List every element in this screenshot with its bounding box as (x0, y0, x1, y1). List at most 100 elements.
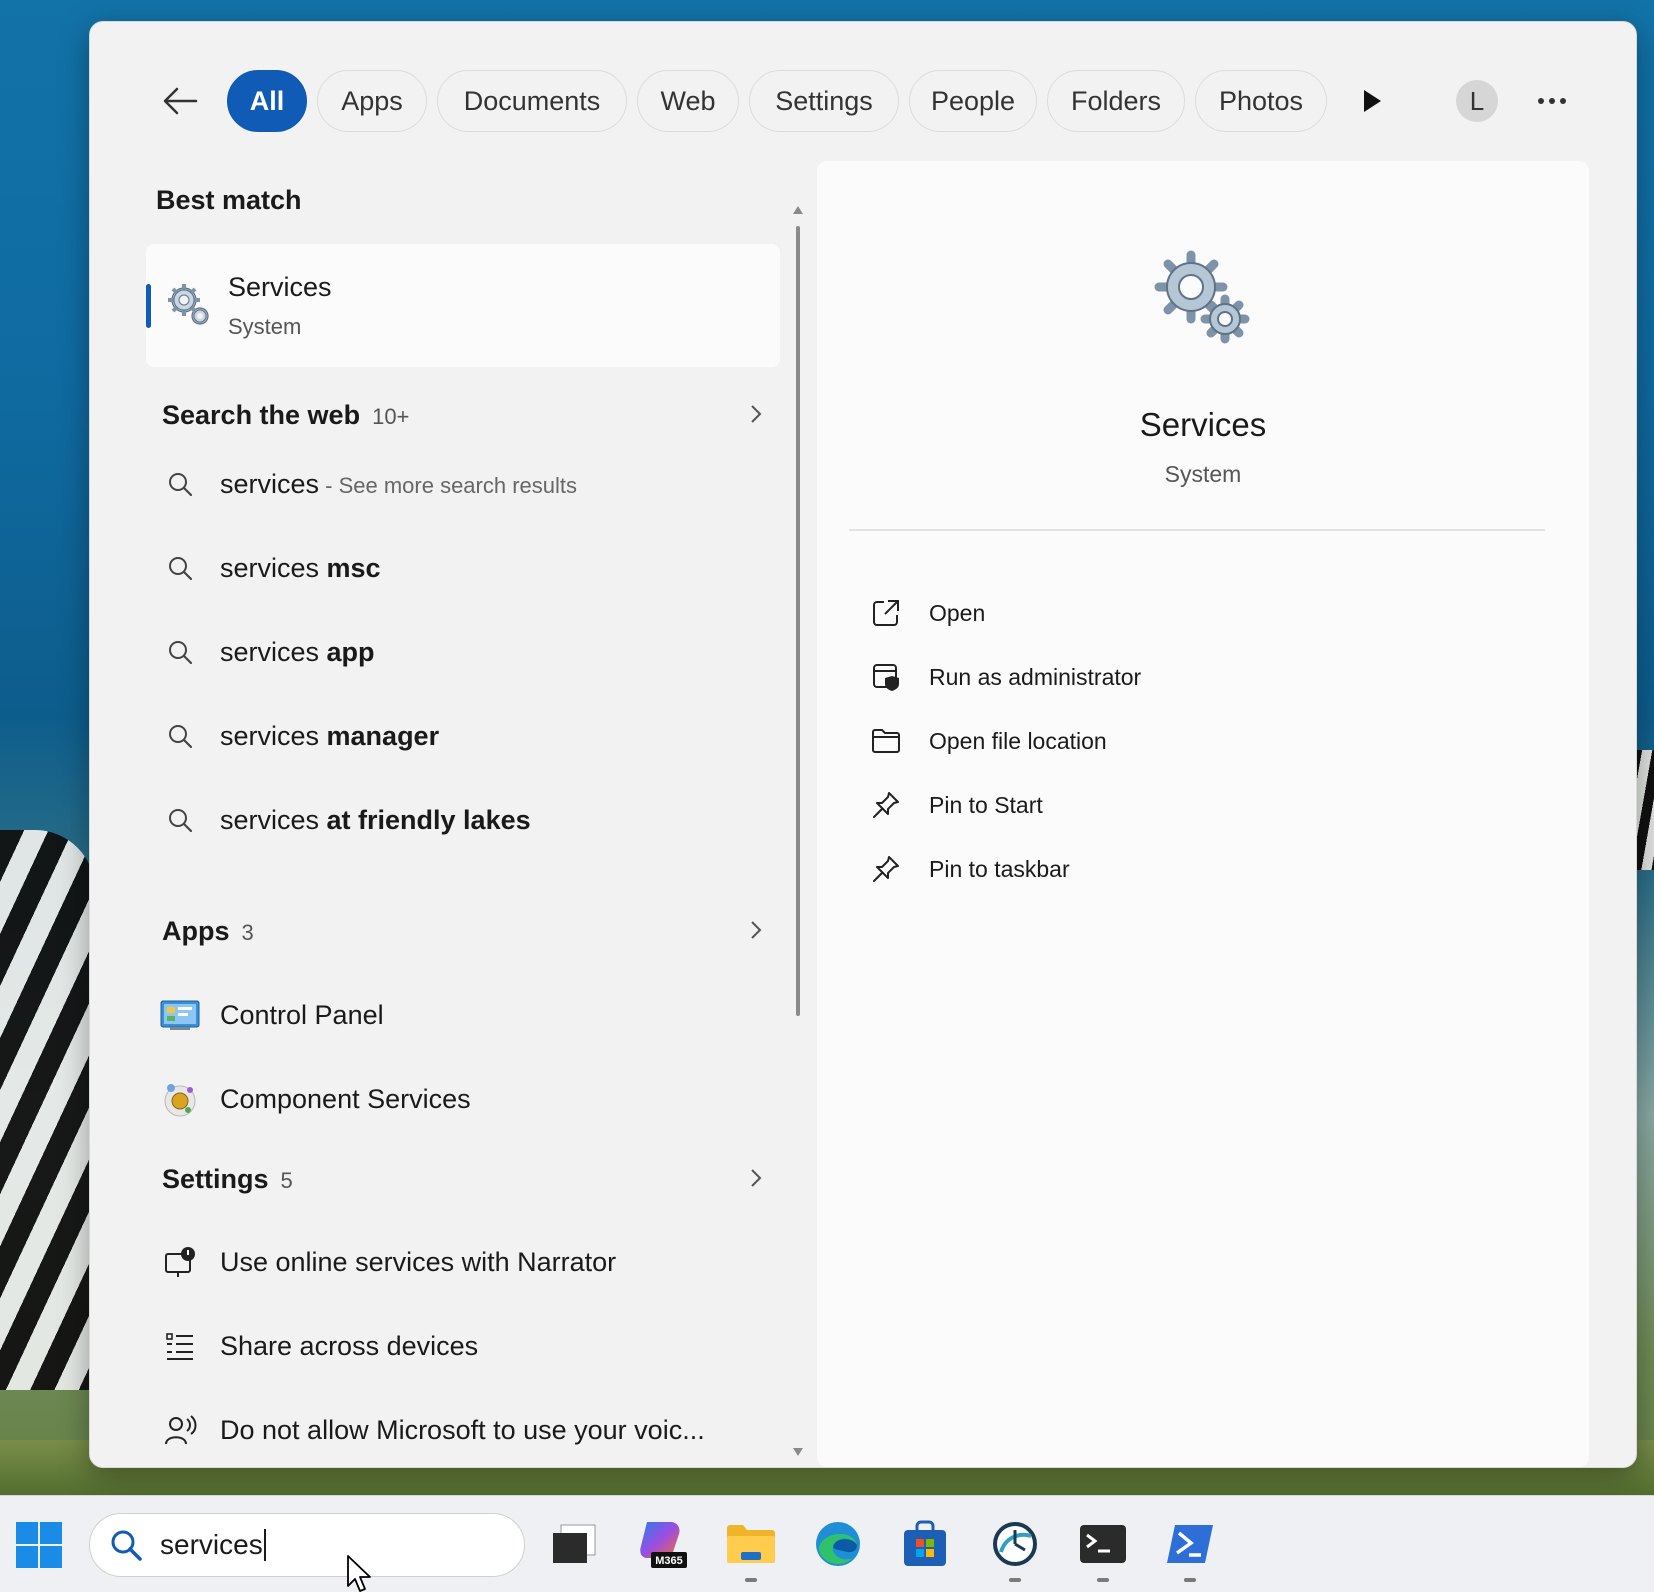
running-indicator (1184, 1578, 1196, 1582)
running-indicator (1097, 1578, 1109, 1582)
search-web-count: 10+ (372, 404, 410, 429)
web-result[interactable]: services manager (154, 706, 774, 766)
web-result[interactable]: services at friendly lakes (154, 790, 774, 850)
more-options-button[interactable] (1530, 81, 1574, 121)
search-web-expand-button[interactable] (744, 402, 768, 426)
selection-indicator (146, 284, 151, 328)
caret-up-icon (793, 206, 803, 214)
powershell-icon (1167, 1525, 1213, 1563)
web-result-text: services (220, 636, 327, 667)
taskbar-search-input[interactable]: services (89, 1513, 525, 1577)
search-input-value: services (160, 1529, 266, 1561)
settings-label: Settings (162, 1164, 269, 1194)
setting-result-voice[interactable]: Do not allow Microsoft to use your voic.… (154, 1400, 774, 1460)
web-result[interactable]: services - See more search results (154, 454, 774, 514)
app-result-component-services[interactable]: Component Services (154, 1069, 774, 1129)
best-match-heading: Best match (156, 185, 302, 215)
setting-result-share[interactable]: Share across devices (154, 1316, 774, 1376)
folder-icon (872, 729, 900, 753)
apps-expand-button[interactable] (744, 918, 768, 942)
shield-window-icon (873, 664, 899, 691)
filter-people[interactable]: People (909, 70, 1037, 132)
action-pin-to-start[interactable]: Pin to Start (869, 781, 1509, 829)
web-result-bold: at friendly lakes (326, 804, 531, 835)
search-web-heading[interactable]: Search the web 10+ (162, 400, 409, 431)
terminal-icon (1080, 1525, 1126, 1563)
web-result-text: services (220, 552, 327, 583)
scroll-down-arrow[interactable] (792, 1446, 804, 1458)
filter-settings[interactable]: Settings (749, 70, 899, 132)
settings-heading[interactable]: Settings 5 (162, 1164, 293, 1195)
action-open-file-location[interactable]: Open file location (869, 717, 1509, 765)
search-icon (169, 725, 193, 749)
clock-app-button[interactable] (987, 1516, 1043, 1582)
web-result[interactable]: services msc (154, 538, 774, 598)
microsoft-store-button[interactable] (897, 1516, 953, 1572)
action-label: Open (929, 599, 986, 626)
windows-start-icon[interactable] (14, 1520, 64, 1570)
web-result-text: services (220, 804, 327, 835)
file-explorer-button[interactable] (723, 1516, 779, 1582)
clock-app-icon (993, 1522, 1037, 1566)
filter-folders[interactable]: Folders (1047, 70, 1185, 132)
app-result-label: Control Panel (220, 999, 384, 1030)
microsoft-365-copilot-button[interactable]: M365 (635, 1516, 691, 1572)
action-label: Open file location (929, 727, 1107, 754)
web-result[interactable]: services app (154, 622, 774, 682)
chevron-right-icon (751, 1169, 762, 1187)
action-pin-to-taskbar[interactable]: Pin to taskbar (869, 845, 1509, 893)
scroll-thumb[interactable] (796, 226, 800, 1016)
edge-button[interactable] (810, 1516, 866, 1572)
chevron-right-icon (751, 921, 762, 939)
file-explorer-icon (727, 1525, 775, 1563)
ellipsis-icon (1538, 98, 1566, 104)
chevron-right-icon (751, 405, 762, 423)
scroll-up-arrow[interactable] (792, 204, 804, 216)
filter-documents[interactable]: Documents (437, 70, 627, 132)
arrow-left-icon (163, 87, 198, 115)
web-result-hint: - See more search results (319, 472, 578, 498)
results-scrollbar[interactable] (792, 190, 804, 1480)
web-result-text: services (220, 468, 320, 499)
settings-expand-button[interactable] (744, 1166, 768, 1190)
pin-icon (873, 856, 899, 882)
narrator-online-icon (165, 1247, 195, 1277)
action-run-as-admin[interactable]: Run as administrator (869, 653, 1509, 701)
control-panel-icon (160, 1000, 200, 1030)
mouse-cursor-icon (347, 1555, 371, 1592)
action-open[interactable]: Open (869, 589, 1509, 637)
filter-photos[interactable]: Photos (1195, 70, 1327, 132)
more-filters-button[interactable] (1352, 81, 1392, 121)
search-icon (169, 809, 193, 833)
search-icon (169, 557, 193, 581)
search-web-label: Search the web (162, 400, 361, 430)
back-button[interactable] (160, 81, 200, 121)
apps-heading[interactable]: Apps 3 (162, 916, 254, 947)
settings-count: 5 (280, 1168, 293, 1193)
running-indicator (745, 1578, 757, 1582)
preview-subtitle: System (1164, 461, 1242, 487)
app-result-control-panel[interactable]: Control Panel (154, 985, 774, 1045)
terminal-button[interactable] (1075, 1516, 1131, 1582)
action-label: Pin to Start (929, 791, 1043, 818)
filter-all[interactable]: All (227, 70, 307, 132)
web-result-bold: msc (326, 552, 381, 583)
best-match-name: Services (228, 272, 332, 302)
best-match-result[interactable]: Services System (146, 244, 780, 367)
powershell-button[interactable] (1162, 1516, 1218, 1582)
taskbar: services M365 (0, 1495, 1654, 1592)
play-icon (1364, 90, 1381, 112)
apps-count: 3 (241, 920, 254, 945)
filter-web[interactable]: Web (637, 70, 739, 132)
setting-result-narrator[interactable]: Use online services with Narrator (154, 1232, 774, 1292)
action-label: Pin to taskbar (929, 855, 1070, 882)
pin-icon (873, 792, 899, 818)
filter-apps[interactable]: Apps (317, 70, 427, 132)
account-avatar[interactable]: L (1456, 80, 1498, 122)
setting-result-label: Do not allow Microsoft to use your voic.… (220, 1414, 705, 1445)
setting-result-label: Share across devices (220, 1330, 479, 1361)
web-result-bold: manager (326, 720, 440, 751)
search-icon (111, 1530, 142, 1561)
best-match-type: System (228, 314, 302, 339)
task-view-button[interactable] (546, 1516, 602, 1572)
